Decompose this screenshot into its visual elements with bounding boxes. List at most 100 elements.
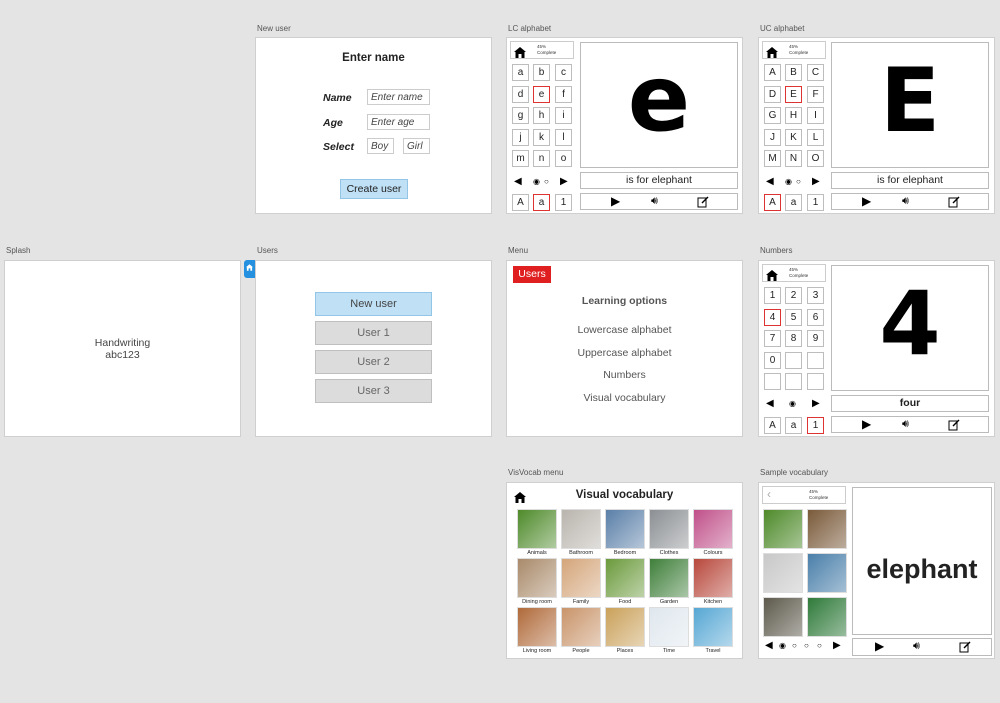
letter-tile[interactable]: g [512, 107, 529, 124]
girl-option[interactable]: Girl [403, 138, 430, 154]
digit-tile[interactable] [807, 351, 824, 369]
number-mode-button[interactable]: 1 [807, 194, 824, 211]
digit-tile[interactable] [764, 373, 781, 390]
category-thumbnail[interactable] [649, 558, 689, 598]
home-tab[interactable] [244, 260, 255, 278]
category-thumbnail[interactable] [561, 509, 601, 549]
lowercase-mode-button[interactable]: a [785, 194, 802, 211]
user-1-button[interactable]: User 1 [315, 321, 432, 345]
edit-icon[interactable] [959, 641, 971, 656]
speaker-icon[interactable]: 🔊︎ [902, 196, 909, 207]
uppercase-mode-button[interactable]: A [512, 194, 529, 211]
page-dot-icon[interactable]: ○ [804, 640, 809, 651]
letter-tile[interactable]: b [533, 64, 550, 81]
letter-tile[interactable]: G [764, 107, 781, 124]
uppercase-mode-button[interactable]: A [764, 194, 781, 211]
play-icon[interactable]: ▶ [862, 418, 871, 430]
letter-tile[interactable]: N [785, 150, 802, 167]
digit-tile[interactable]: 2 [785, 287, 802, 304]
letter-tile[interactable]: i [555, 107, 572, 124]
page-dot-active-icon[interactable]: ◉ [533, 176, 540, 187]
age-input[interactable]: Enter age [367, 114, 430, 130]
prev-arrow-icon[interactable]: ◀ [766, 176, 774, 187]
letter-tile[interactable]: O [807, 150, 824, 167]
word-display-panel[interactable]: elephant [852, 487, 992, 635]
next-arrow-icon[interactable]: ▶ [812, 176, 820, 187]
user-2-button[interactable]: User 2 [315, 350, 432, 374]
vocab-thumbnail[interactable] [763, 509, 803, 549]
edit-icon[interactable] [697, 196, 709, 211]
home-icon[interactable] [766, 45, 778, 63]
digit-tile[interactable]: 3 [807, 287, 824, 304]
menu-lowercase-alphabet[interactable]: Lowercase alphabet [507, 324, 742, 336]
digit-tile[interactable]: 8 [785, 330, 802, 347]
page-dot-active-icon[interactable]: ◉ [779, 640, 786, 651]
play-icon[interactable]: ▶ [875, 640, 884, 652]
vocab-thumbnail[interactable] [807, 509, 847, 549]
category-thumbnail[interactable] [693, 607, 733, 647]
number-mode-button[interactable]: 1 [807, 417, 824, 434]
digit-tile[interactable]: 1 [764, 287, 781, 304]
category-thumbnail[interactable] [649, 509, 689, 549]
home-icon[interactable] [766, 268, 778, 286]
edit-icon[interactable] [948, 196, 960, 211]
vocab-thumbnail[interactable] [763, 597, 803, 637]
letter-tile[interactable]: n [533, 150, 550, 167]
letter-tile[interactable]: k [533, 128, 550, 146]
category-thumbnail[interactable] [561, 558, 601, 598]
menu-uppercase-alphabet[interactable]: Uppercase alphabet [507, 347, 742, 359]
page-dot-icon[interactable]: ○ [792, 640, 797, 651]
digit-tile[interactable] [785, 351, 802, 369]
prev-arrow-icon[interactable]: ◀ [514, 176, 522, 187]
digit-tile[interactable]: 0 [764, 351, 781, 369]
new-user-button[interactable]: New user [315, 292, 432, 316]
letter-tile[interactable]: H [785, 107, 802, 124]
category-thumbnail[interactable] [517, 509, 557, 549]
prev-arrow-icon[interactable]: ◀ [766, 398, 774, 409]
vocab-thumbnail[interactable] [763, 553, 803, 593]
number-mode-button[interactable]: 1 [555, 194, 572, 211]
letter-tile[interactable]: F [807, 85, 824, 103]
letter-tile[interactable]: K [785, 128, 802, 146]
vocab-thumbnail[interactable] [807, 597, 847, 637]
category-thumbnail[interactable] [693, 509, 733, 549]
create-user-button[interactable]: Create user [340, 179, 408, 199]
letter-tile[interactable]: L [807, 128, 824, 146]
letter-tile[interactable]: A [764, 64, 781, 81]
letter-tile[interactable]: M [764, 150, 781, 167]
speaker-icon[interactable]: 🔊︎ [902, 419, 909, 430]
letter-tile[interactable]: f [555, 85, 572, 103]
category-thumbnail[interactable] [693, 558, 733, 598]
page-dot-icon[interactable]: ○ [544, 176, 549, 187]
letter-tile[interactable]: E [785, 85, 802, 103]
digit-display-panel[interactable]: 4 [831, 265, 989, 391]
page-dot-icon[interactable]: ○ [796, 176, 801, 187]
vocab-thumbnail[interactable] [807, 553, 847, 593]
play-icon[interactable]: ▶ [862, 195, 871, 207]
letter-tile[interactable]: j [512, 128, 529, 146]
play-icon[interactable]: ▶ [611, 195, 620, 207]
boy-option[interactable]: Boy [367, 138, 394, 154]
next-arrow-icon[interactable]: ▶ [812, 398, 820, 409]
category-thumbnail[interactable] [517, 558, 557, 598]
letter-tile[interactable]: m [512, 150, 529, 167]
edit-icon[interactable] [948, 419, 960, 434]
page-dot-active-icon[interactable]: ◉ [789, 398, 796, 409]
letter-tile[interactable]: e [533, 85, 550, 103]
users-button[interactable]: Users [513, 266, 551, 283]
name-input[interactable]: Enter name [367, 89, 430, 105]
letter-tile[interactable]: I [807, 107, 824, 124]
category-thumbnail[interactable] [605, 607, 645, 647]
back-chevron-icon[interactable]: ‹ [767, 488, 771, 500]
letter-tile[interactable]: c [555, 64, 572, 81]
letter-tile[interactable]: J [764, 128, 781, 146]
category-thumbnail[interactable] [517, 607, 557, 647]
category-thumbnail[interactable] [605, 509, 645, 549]
letter-tile[interactable]: o [555, 150, 572, 167]
letter-tile[interactable]: C [807, 64, 824, 81]
category-thumbnail[interactable] [649, 607, 689, 647]
speaker-icon[interactable]: 🔊︎ [651, 196, 658, 207]
next-arrow-icon[interactable]: ▶ [560, 176, 568, 187]
lowercase-mode-button[interactable]: a [785, 417, 802, 434]
digit-tile[interactable] [807, 373, 824, 390]
